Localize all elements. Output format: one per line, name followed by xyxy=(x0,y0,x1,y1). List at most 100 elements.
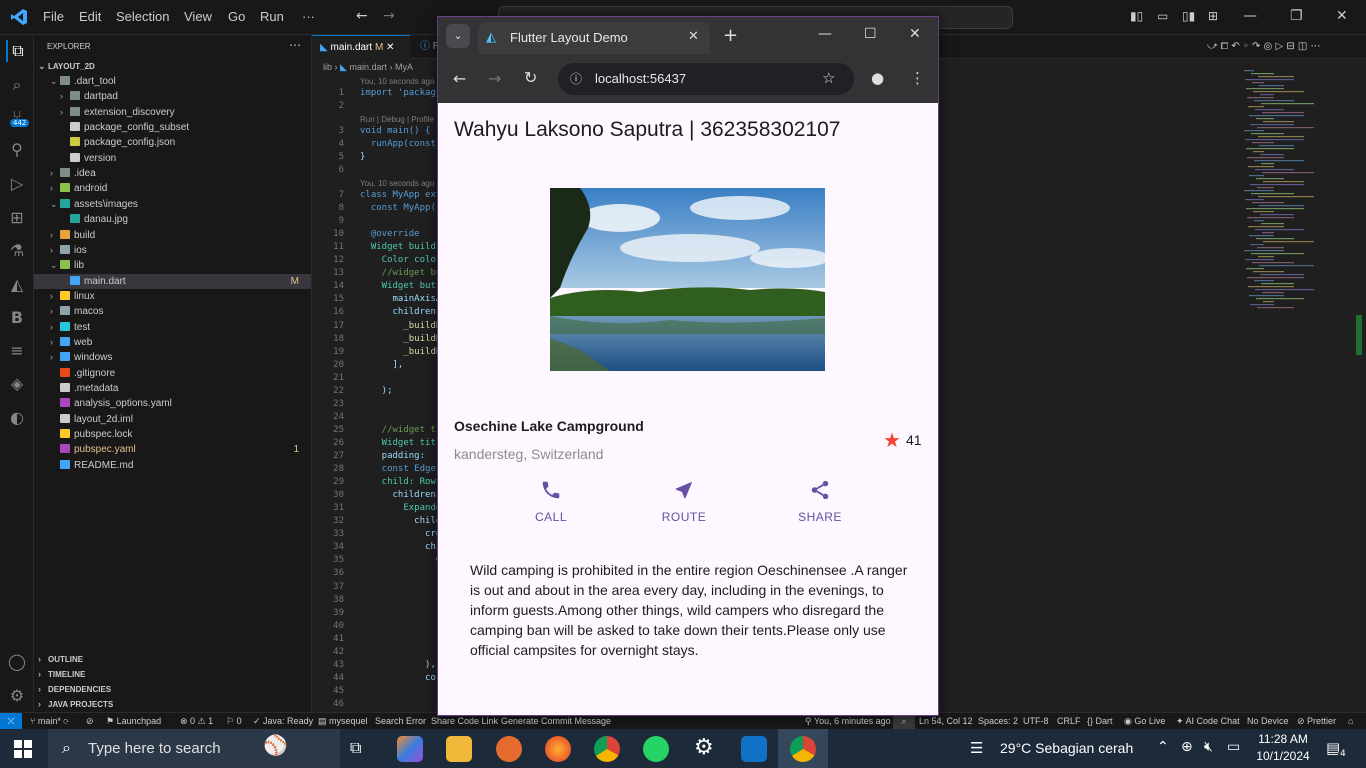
copilot-icon[interactable] xyxy=(397,736,423,762)
clock-date[interactable]: 10/1/2024 xyxy=(1255,749,1311,763)
taskbar-search[interactable]: ⌕ Type here to search ⚾ xyxy=(48,729,340,768)
menu-selection[interactable]: Selection xyxy=(116,9,169,24)
notifications-bell-icon[interactable]: ⌂ xyxy=(1348,716,1353,726)
share-button[interactable]: SHARE xyxy=(775,479,865,524)
explorer-item[interactable]: › build xyxy=(34,228,311,243)
status-commit[interactable]: Generate Commit Message xyxy=(501,716,611,726)
code-line[interactable]: _buildB xyxy=(360,334,441,344)
code-line[interactable]: cros xyxy=(360,529,447,539)
minimize-icon[interactable]: — xyxy=(1243,8,1257,24)
status-encoding[interactable]: UTF-8 xyxy=(1023,716,1049,726)
status-search-error[interactable]: Search Error xyxy=(375,716,426,726)
layers-icon[interactable]: ◈ xyxy=(6,373,28,395)
code-line[interactable]: //widget bu xyxy=(360,268,442,278)
chrome-menu-icon[interactable]: ⋮ xyxy=(910,69,925,87)
explorer-item[interactable]: README.md xyxy=(34,458,311,473)
code-line[interactable]: child: xyxy=(360,516,447,526)
vscode-taskbar-icon[interactable] xyxy=(741,736,767,762)
code-line[interactable]: ], xyxy=(360,360,404,370)
run-debug-icon[interactable]: ▷ xyxy=(6,173,28,195)
explorer-item[interactable]: ⌄ .dart_tool xyxy=(34,74,311,89)
code-line[interactable]: Co xyxy=(360,555,447,565)
menu-file[interactable]: File xyxy=(43,9,64,24)
address-bar[interactable]: ⓘ localhost:56437 ☆ xyxy=(558,63,854,95)
code-line[interactable]: } xyxy=(360,152,365,162)
panel-outline[interactable]: › OUTLINE xyxy=(38,652,83,667)
code-line[interactable]: runApp(const xyxy=(360,139,436,149)
status-branch[interactable]: ⑂ main* ⟳ xyxy=(30,716,69,726)
panel-timeline[interactable]: › TIMELINE xyxy=(38,667,85,682)
status-prettier[interactable]: ⊘ Prettier xyxy=(1297,716,1336,727)
git-graph-icon[interactable]: ⚲ xyxy=(6,139,28,161)
chrome-reload-icon[interactable]: ↻ xyxy=(524,68,537,87)
site-info-icon[interactable]: ⓘ xyxy=(570,70,582,87)
restore-icon[interactable]: ❐ xyxy=(1290,8,1303,24)
menu-view[interactable]: View xyxy=(184,9,212,24)
breadcrumb-file[interactable]: main.dart xyxy=(349,62,387,72)
toggle-secondary-sidebar-icon[interactable]: ▯▮ xyxy=(1182,9,1195,23)
explorer-item[interactable]: › test xyxy=(34,320,311,335)
code-line[interactable]: _buildB xyxy=(360,321,441,331)
code-line[interactable]: class MyApp ext xyxy=(360,190,441,200)
windows-start-icon[interactable] xyxy=(14,740,32,761)
chrome-maximize-icon[interactable]: ☐ xyxy=(864,26,877,42)
bookmark-star-icon[interactable]: ☆ xyxy=(822,69,835,87)
code-line[interactable]: import 'packag xyxy=(360,88,436,98)
code-line[interactable]: chil xyxy=(360,542,447,552)
back-arrow-icon[interactable]: ← xyxy=(356,8,368,24)
explorer-item[interactable]: analysis_options.yaml xyxy=(34,396,311,411)
status-golive[interactable]: ◉ Go Live xyxy=(1124,716,1165,727)
code-line[interactable]: _buildB xyxy=(360,347,441,357)
weather-icon[interactable]: ☰ xyxy=(970,739,983,757)
project-root[interactable]: ⌄ LAYOUT_2D xyxy=(38,59,95,74)
testing-icon[interactable]: ⚗ xyxy=(6,240,28,262)
status-share[interactable]: Share Code Link xyxy=(431,716,498,726)
explorer-more-icon[interactable]: ⋯ xyxy=(289,38,301,52)
scroll-indicator[interactable] xyxy=(1356,315,1362,355)
tab-close-x-icon[interactable]: ✕ xyxy=(688,29,699,44)
explorer-item[interactable]: › .idea xyxy=(34,166,311,181)
explorer-item[interactable]: package_config.json xyxy=(34,135,311,150)
task-view-icon[interactable]: ⧉ xyxy=(350,738,361,758)
explorer-item[interactable]: › dartpad xyxy=(34,89,311,104)
status-device[interactable]: No Device xyxy=(1247,716,1289,726)
menu-edit[interactable]: Edit xyxy=(79,9,101,24)
code-line[interactable]: mainAxisA xyxy=(360,294,442,304)
toggle-sidebar-icon[interactable]: ▮▯ xyxy=(1130,9,1143,23)
remote-icon[interactable]: ⤫ xyxy=(0,713,22,730)
explorer-item[interactable]: package_config_subset xyxy=(34,120,311,135)
code-line[interactable]: void main() { xyxy=(360,126,430,136)
chrome-minimize-icon[interactable]: — xyxy=(818,26,832,42)
file-explorer-icon[interactable] xyxy=(446,736,472,762)
code-line[interactable]: Widget butt xyxy=(360,281,442,291)
explorer-item[interactable]: pubspec.lock xyxy=(34,427,311,442)
status-eol[interactable]: CRLF xyxy=(1057,716,1081,726)
chrome-profile-icon[interactable] xyxy=(594,736,620,762)
account-icon[interactable]: ◯ xyxy=(6,651,28,673)
new-tab-plus-icon[interactable]: + xyxy=(723,25,738,46)
code-line[interactable]: Widget build xyxy=(360,242,436,252)
explorer-item[interactable]: ⌄ lib xyxy=(34,258,311,273)
call-button[interactable]: CALL xyxy=(506,479,596,524)
explorer-item[interactable]: › web xyxy=(34,335,311,350)
explorer-item[interactable]: pubspec.yaml 1 xyxy=(34,442,311,457)
status-blame[interactable]: ⚲ You, 6 minutes ago xyxy=(805,716,891,727)
editor-actions[interactable]: ⤻ ⧠ ↶ ◦ ↷ ◎ ▷ ⊟ ◫ ⋯ xyxy=(1207,41,1321,52)
chrome-taskbar-active[interactable] xyxy=(778,729,828,768)
explorer-item[interactable]: › macos xyxy=(34,304,311,319)
toggle-panel-icon[interactable]: ▭ xyxy=(1157,9,1168,23)
panel-dependencies[interactable]: › DEPENDENCIES xyxy=(38,682,111,697)
minimap[interactable] xyxy=(1242,70,1352,320)
code-line[interactable]: child: Row( xyxy=(360,477,442,487)
settings-app-icon[interactable]: ⚙ xyxy=(694,735,714,760)
status-aichat[interactable]: ✦ AI Code Chat xyxy=(1176,716,1240,727)
explorer-item[interactable]: › linux xyxy=(34,289,311,304)
code-line[interactable]: ); xyxy=(360,386,393,396)
tray-chevron-icon[interactable]: ⌃ xyxy=(1157,739,1169,755)
forward-arrow-icon[interactable]: → xyxy=(383,8,395,24)
weather-text[interactable]: 29°C Sebagian cerah xyxy=(1000,740,1133,756)
explorer-item[interactable]: .metadata xyxy=(34,381,311,396)
explorer-item[interactable]: ⌄ assets\images xyxy=(34,197,311,212)
clock-time[interactable]: 11:28 AM xyxy=(1257,732,1309,746)
explorer-item[interactable]: .gitignore xyxy=(34,366,311,381)
